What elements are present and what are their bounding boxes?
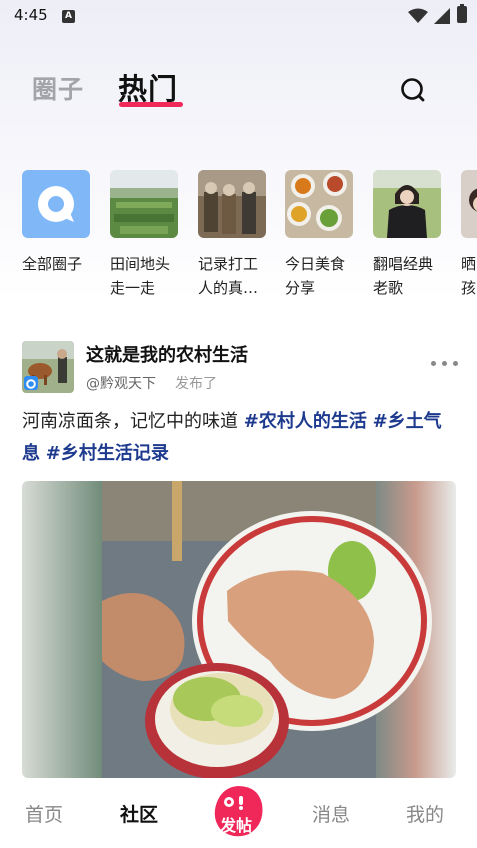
post-text: 河南凉面条，记忆中的味道 #农村人的生活 #乡土气息 #乡村生活记录 <box>22 406 458 470</box>
create-post-button[interactable]: 发帖 <box>211 784 265 838</box>
notification-icon: A <box>62 10 75 23</box>
circle-label: 田间地头走一走 <box>110 255 171 297</box>
circle-thumbnail <box>285 170 353 238</box>
circle-label: 翻唱经典老歌 <box>373 255 434 297</box>
wifi-icon <box>408 8 428 23</box>
circle-item-food[interactable]: 今日美食分享 <box>285 170 355 300</box>
circle-label: 晒孩 <box>461 255 477 297</box>
bottom-nav: 首页 社区 发帖 消息 我的 <box>0 778 477 848</box>
circle-item-songs[interactable]: 翻唱经典老歌 <box>373 170 443 300</box>
create-post-label: 发帖 <box>220 816 253 835</box>
hashtag[interactable]: #乡村生活记录 <box>46 443 169 464</box>
more-options-icon[interactable] <box>431 360 459 368</box>
nav-community[interactable]: 社区 <box>120 800 158 827</box>
cellular-signal-icon <box>434 8 450 24</box>
circle-thumbnail <box>373 170 441 238</box>
circle-item-all[interactable]: 全部圈子 <box>22 170 92 276</box>
circle-thumbnail <box>110 170 178 238</box>
nav-profile[interactable]: 我的 <box>406 800 444 827</box>
circle-label: 全部圈子 <box>22 255 83 273</box>
post-circle-title[interactable]: 这就是我的农村生活 <box>86 341 248 367</box>
circle-item-kids[interactable]: 晒孩 <box>461 170 477 300</box>
post-video-thumbnail[interactable] <box>22 481 456 778</box>
circle-label: 记录打工人的真… <box>198 255 259 297</box>
search-icon[interactable] <box>398 75 428 105</box>
status-time: 4:45 <box>14 6 48 24</box>
nav-home[interactable]: 首页 <box>25 800 63 827</box>
nav-messages[interactable]: 消息 <box>312 800 350 827</box>
post-text-body: 河南凉面条，记忆中的味道 <box>22 411 244 432</box>
chat-bubble-icon <box>22 170 90 238</box>
battery-icon <box>457 4 467 23</box>
circle-item-workers[interactable]: 记录打工人的真… <box>198 170 268 300</box>
hashtag[interactable]: #农村人的生活 <box>244 411 367 432</box>
circle-thumbnail <box>198 170 266 238</box>
circle-thumbnail <box>461 170 477 238</box>
active-tab-indicator <box>119 102 183 107</box>
circle-badge-icon <box>24 376 38 390</box>
tab-circles[interactable]: 圈子 <box>32 70 84 106</box>
circle-label: 今日美食分享 <box>285 255 346 297</box>
post-author[interactable]: @黔观天下 <box>86 373 156 393</box>
post-action: 发布了 <box>175 376 217 392</box>
circle-item-farm[interactable]: 田间地头走一走 <box>110 170 180 300</box>
